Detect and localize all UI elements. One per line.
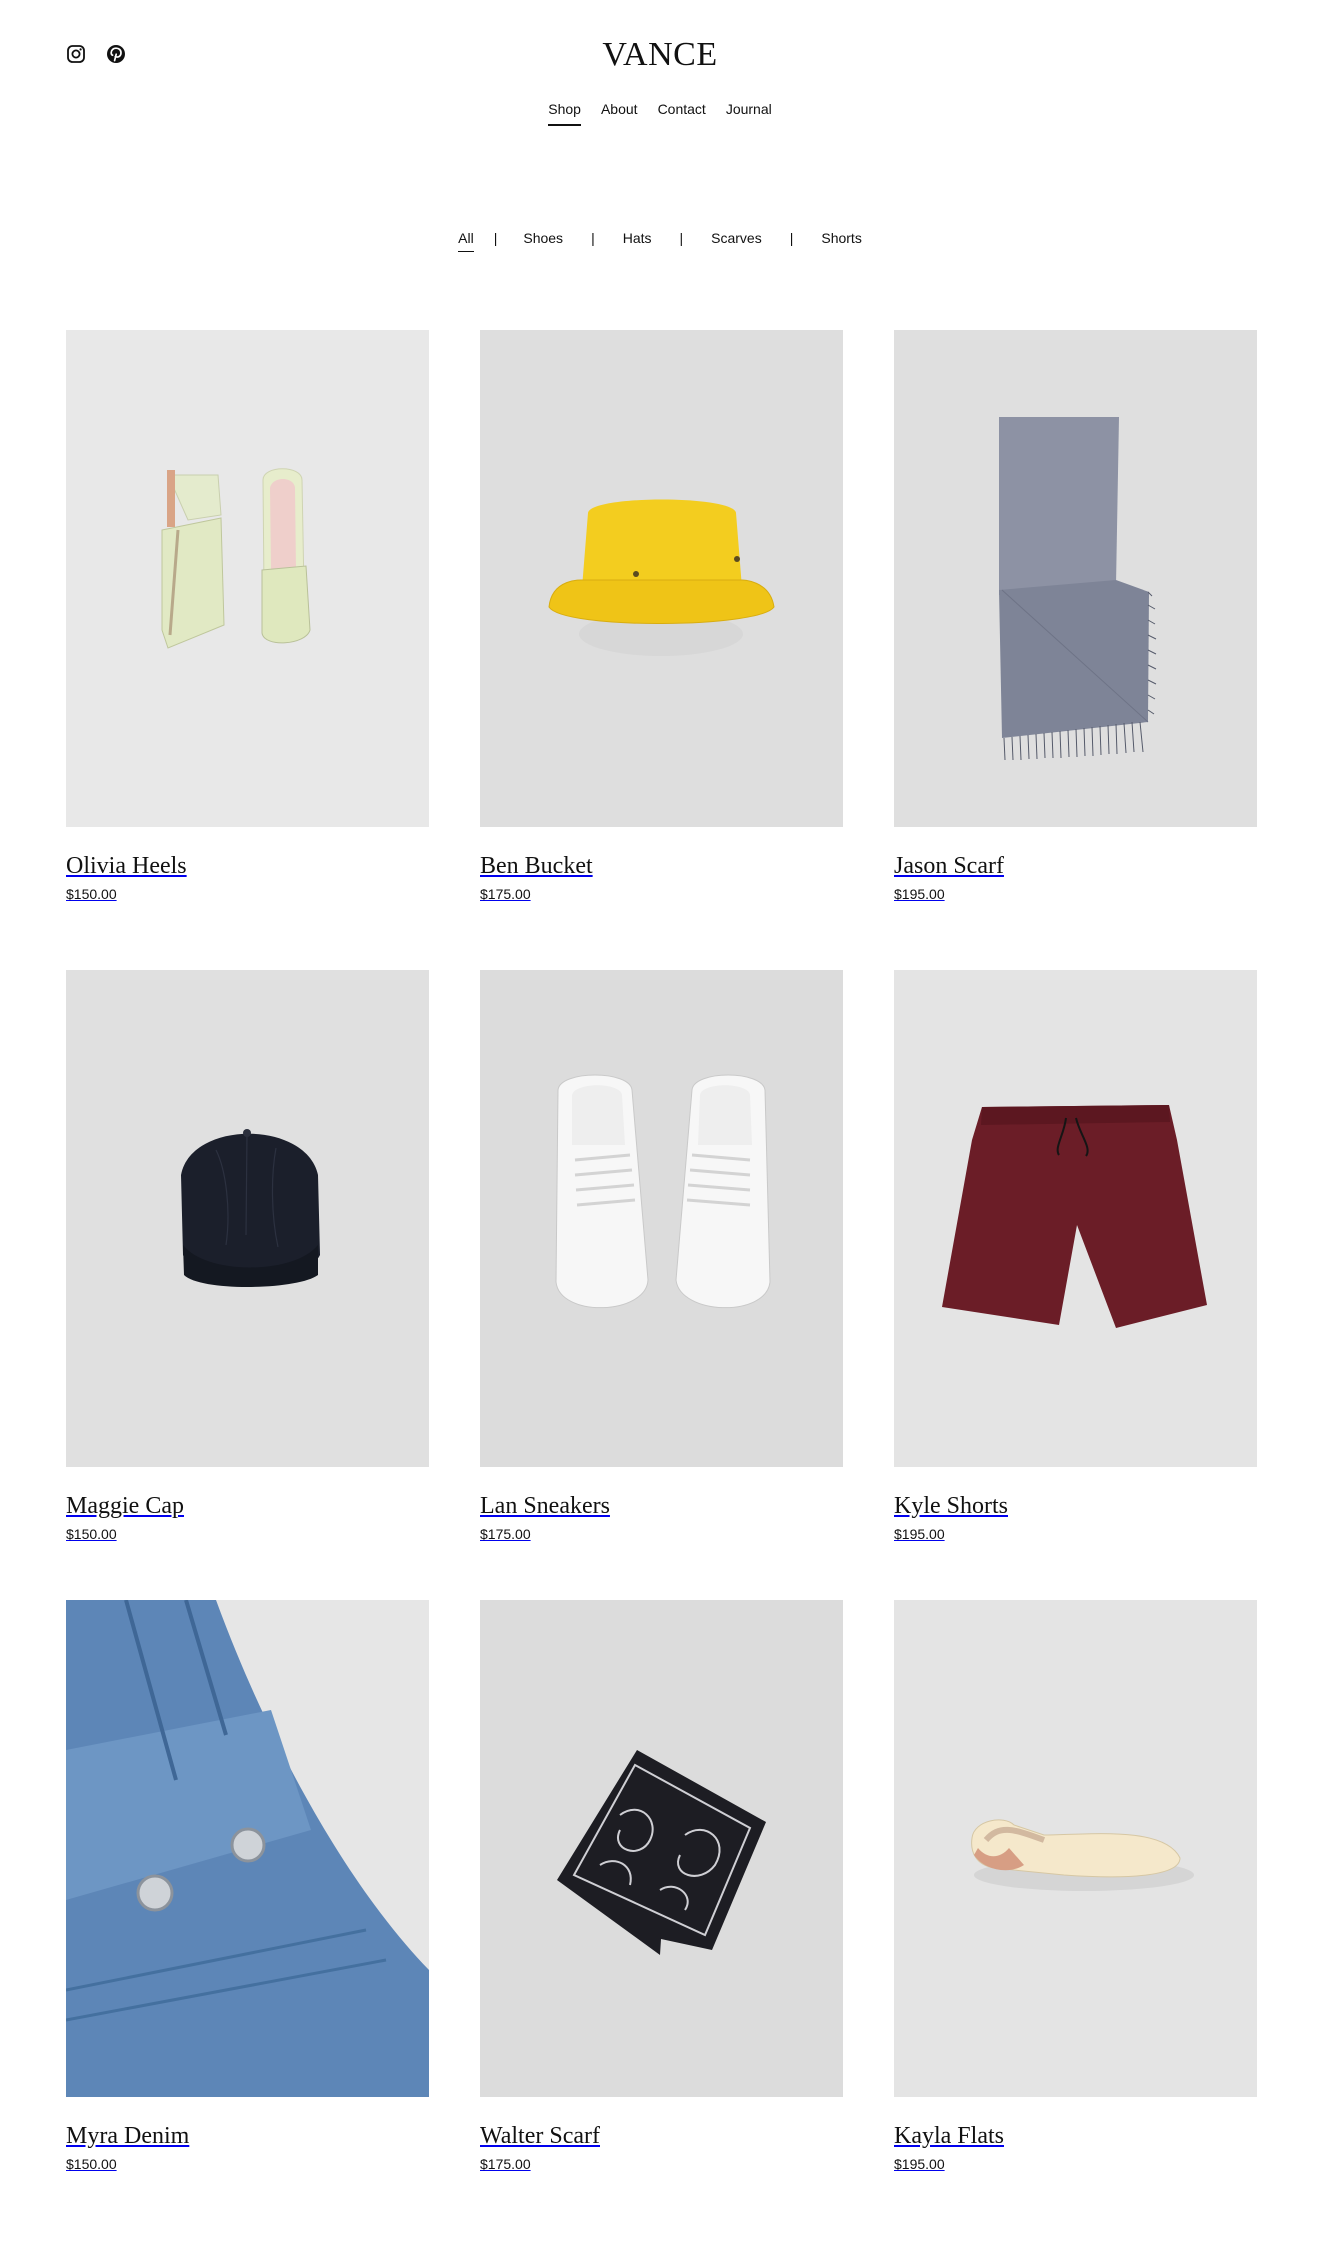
product-image[interactable]	[894, 330, 1257, 827]
product-name[interactable]: Myra Denim	[66, 2123, 429, 2150]
product-price: $150.00	[66, 886, 117, 902]
product-price: $150.00	[66, 2156, 117, 2172]
filter-shorts[interactable]: Shorts	[821, 230, 861, 252]
product-card-olivia-heels[interactable]: Olivia Heels $150.00	[66, 330, 429, 902]
product-name[interactable]: Olivia Heels	[66, 853, 429, 880]
filter-separator: |	[493, 230, 498, 246]
product-price: $175.00	[480, 886, 531, 902]
product-card-myra-denim[interactable]: Myra Denim $150.00	[66, 1600, 429, 2172]
product-image[interactable]	[894, 1600, 1257, 2097]
product-image[interactable]	[66, 1600, 429, 2097]
category-filters: All | Shoes | Hats | Scarves | Shorts	[0, 230, 1320, 252]
heels-image	[66, 330, 429, 827]
main-nav: Shop About Contact Journal	[0, 101, 1320, 126]
filter-separator: |	[679, 230, 684, 246]
flats-image	[894, 1600, 1257, 2097]
nav-item-shop[interactable]: Shop	[548, 101, 581, 126]
product-name[interactable]: Jason Scarf	[894, 853, 1257, 880]
product-image[interactable]	[480, 1600, 843, 2097]
product-price: $175.00	[480, 1526, 531, 1542]
product-card-walter-scarf[interactable]: Walter Scarf $175.00	[480, 1600, 843, 2172]
shorts-image	[894, 970, 1257, 1467]
product-image[interactable]	[480, 330, 843, 827]
filter-scarves[interactable]: Scarves	[711, 230, 762, 252]
bucket-hat-image	[480, 330, 843, 827]
product-price: $195.00	[894, 886, 945, 902]
nav-item-about[interactable]: About	[601, 101, 638, 126]
product-price: $195.00	[894, 1526, 945, 1542]
product-price: $175.00	[480, 2156, 531, 2172]
product-image[interactable]	[66, 330, 429, 827]
product-image[interactable]	[480, 970, 843, 1467]
product-card-kayla-flats[interactable]: Kayla Flats $195.00	[894, 1600, 1257, 2172]
filter-all[interactable]: All	[458, 230, 474, 252]
nav-item-contact[interactable]: Contact	[658, 101, 706, 126]
sneakers-image	[480, 970, 843, 1467]
filter-separator: |	[591, 230, 595, 246]
product-name[interactable]: Ben Bucket	[480, 853, 843, 880]
product-card-maggie-cap[interactable]: Maggie Cap $150.00	[66, 970, 429, 1542]
product-card-kyle-shorts[interactable]: Kyle Shorts $195.00	[894, 970, 1257, 1542]
filter-shoes[interactable]: Shoes	[523, 230, 563, 252]
product-card-ben-bucket[interactable]: Ben Bucket $175.00	[480, 330, 843, 902]
filter-separator: |	[789, 230, 794, 246]
product-name[interactable]: Walter Scarf	[480, 2123, 843, 2150]
cap-image	[66, 970, 429, 1467]
product-card-lan-sneakers[interactable]: Lan Sneakers $175.00	[480, 970, 843, 1542]
product-name[interactable]: Lan Sneakers	[480, 1493, 843, 1520]
filter-hats[interactable]: Hats	[623, 230, 652, 252]
brand-logo[interactable]: VANCE	[0, 36, 1320, 74]
product-card-jason-scarf[interactable]: Jason Scarf $195.00	[894, 330, 1257, 902]
denim-image	[66, 1600, 429, 2097]
product-grid: Olivia Heels $150.00 Ben Bucket $175.00	[66, 330, 1258, 2172]
bandana-image	[480, 1600, 843, 2097]
scarf-image	[894, 330, 1257, 827]
product-image[interactable]	[894, 970, 1257, 1467]
product-price: $150.00	[66, 1526, 117, 1542]
product-image[interactable]	[66, 970, 429, 1467]
product-name[interactable]: Kyle Shorts	[894, 1493, 1257, 1520]
product-price: $195.00	[894, 2156, 945, 2172]
product-name[interactable]: Maggie Cap	[66, 1493, 429, 1520]
nav-item-journal[interactable]: Journal	[726, 101, 772, 126]
product-name[interactable]: Kayla Flats	[894, 2123, 1257, 2150]
